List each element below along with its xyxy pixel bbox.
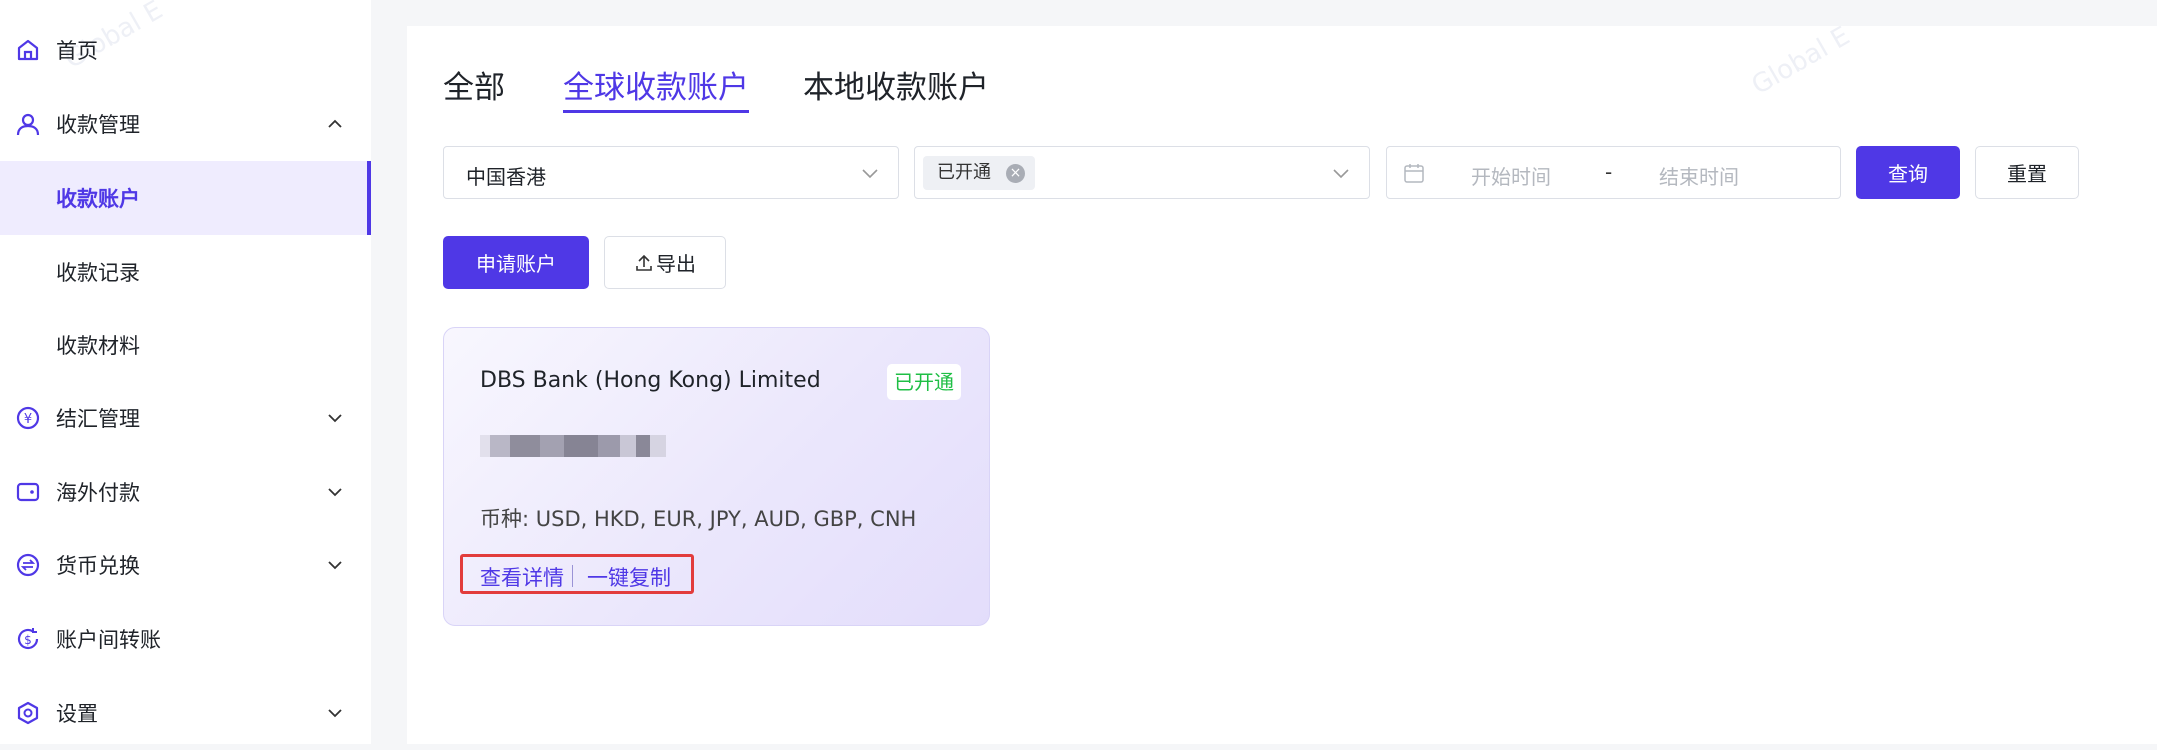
date-separator: - bbox=[1605, 160, 1613, 184]
status-badge: 已开通 bbox=[887, 364, 961, 400]
sidebar-item-collection-accounts[interactable]: 收款账户 bbox=[0, 161, 371, 235]
user-icon bbox=[14, 110, 42, 138]
link-divider bbox=[572, 565, 573, 587]
reset-button[interactable]: 重置 bbox=[1975, 146, 2079, 199]
dollar-transfer-icon: $ bbox=[14, 625, 42, 653]
chevron-up-icon bbox=[322, 111, 348, 137]
region-select-value: 中国香港 bbox=[466, 165, 546, 189]
export-button[interactable]: 导出 bbox=[604, 236, 726, 289]
currency-list: 币种: USD, HKD, EUR, JPY, AUD, GBP, CNH bbox=[480, 507, 917, 531]
tab-label: 全球收款账户 bbox=[563, 70, 749, 106]
status-select[interactable]: 已开通 × bbox=[914, 146, 1370, 199]
sidebar-item-label: 收款账户 bbox=[56, 187, 140, 211]
tab-label: 本地收款账户 bbox=[803, 70, 989, 106]
wallet-icon bbox=[14, 478, 42, 506]
sidebar-item-inter-account-transfer[interactable]: $ 账户间转账 bbox=[0, 602, 371, 676]
sidebar-item-currency-exchange[interactable]: 货币兑换 bbox=[0, 528, 371, 602]
sidebar-item-settlement-management[interactable]: ¥ 结汇管理 bbox=[0, 381, 371, 455]
main-panel: Global E 全部 全球收款账户 本地收款账户 中国香港 已开通 × 开始时… bbox=[407, 21, 2157, 744]
sidebar-item-overseas-payment[interactable]: 海外付款 bbox=[0, 455, 371, 529]
watermark: Global E bbox=[1746, 21, 1855, 101]
sidebar-item-label: 账户间转账 bbox=[56, 628, 161, 652]
start-date-input[interactable]: 开始时间 bbox=[1471, 161, 1551, 190]
svg-text:¥: ¥ bbox=[24, 412, 32, 427]
export-label: 导出 bbox=[656, 252, 696, 276]
tab-label: 全部 bbox=[443, 70, 505, 106]
copy-account-link[interactable]: 一键复制 bbox=[587, 562, 671, 592]
sidebar-item-label: 收款管理 bbox=[56, 113, 140, 137]
status-filter-tag: 已开通 × bbox=[923, 156, 1035, 190]
exchange-icon bbox=[14, 551, 42, 579]
tab-local-accounts[interactable]: 本地收款账户 bbox=[803, 62, 989, 107]
date-range-picker[interactable]: 开始时间 - 结束时间 bbox=[1386, 146, 1841, 199]
sidebar-item-label: 海外付款 bbox=[56, 481, 140, 505]
sidebar-item-collection-records[interactable]: 收款记录 bbox=[0, 235, 371, 309]
close-icon[interactable]: × bbox=[1006, 164, 1025, 183]
sidebar-item-label: 首页 bbox=[56, 39, 98, 63]
query-button[interactable]: 查询 bbox=[1856, 146, 1960, 199]
sidebar-item-label: 收款材料 bbox=[56, 334, 140, 358]
masked-account-number bbox=[480, 435, 666, 457]
svg-text:$: $ bbox=[24, 633, 32, 647]
view-details-link[interactable]: 查看详情 bbox=[480, 562, 564, 592]
tab-active-underline bbox=[563, 110, 749, 113]
card-actions-highlight: 查看详情 一键复制 bbox=[460, 554, 694, 594]
sidebar-item-collection-management[interactable]: 收款管理 bbox=[0, 87, 371, 161]
sidebar-item-label: 收款记录 bbox=[56, 261, 140, 285]
tab-global-accounts[interactable]: 全球收款账户 bbox=[563, 62, 749, 113]
chevron-down-icon bbox=[322, 552, 348, 578]
account-card: DBS Bank (Hong Kong) Limited 已开通 币种: USD… bbox=[443, 327, 990, 626]
sidebar-item-label: 设置 bbox=[56, 702, 98, 726]
sidebar-item-label: 货币兑换 bbox=[56, 554, 140, 578]
calendar-icon bbox=[1403, 162, 1425, 188]
sidebar-item-collection-materials[interactable]: 收款材料 bbox=[0, 308, 371, 382]
chevron-down-icon bbox=[322, 700, 348, 726]
yen-circle-icon: ¥ bbox=[14, 404, 42, 432]
apply-account-button[interactable]: 申请账户 bbox=[443, 236, 589, 289]
upload-icon bbox=[634, 253, 654, 273]
sidebar-item-home[interactable]: 首页 bbox=[0, 13, 371, 87]
sidebar-item-settings[interactable]: 设置 bbox=[0, 676, 371, 750]
tab-all[interactable]: 全部 bbox=[443, 62, 505, 107]
chevron-down-icon bbox=[1329, 161, 1353, 185]
sidebar: Global E 首页 收款管理 收款账户 收款记录 收款材料 ¥ 结汇管理 海… bbox=[0, 0, 371, 744]
end-date-input[interactable]: 结束时间 bbox=[1659, 161, 1739, 190]
status-tag-label: 已开通 bbox=[937, 162, 991, 183]
chevron-down-icon bbox=[322, 479, 348, 505]
bank-name: DBS Bank (Hong Kong) Limited bbox=[480, 368, 821, 393]
settings-hex-icon bbox=[14, 699, 42, 727]
chevron-down-icon bbox=[858, 161, 882, 185]
home-icon bbox=[14, 36, 42, 64]
sidebar-item-label: 结汇管理 bbox=[56, 407, 140, 431]
region-select[interactable]: 中国香港 bbox=[443, 146, 899, 199]
chevron-down-icon bbox=[322, 405, 348, 431]
